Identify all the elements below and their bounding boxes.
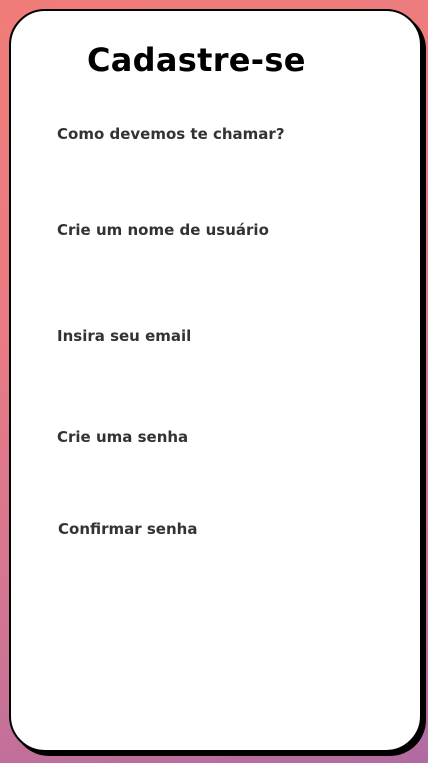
name-field[interactable] [57, 151, 357, 181]
password-field[interactable] [57, 454, 357, 484]
confirm-password-field[interactable] [58, 546, 358, 576]
email-field[interactable] [57, 353, 357, 383]
email-field-label: Insira seu email [57, 327, 192, 345]
signup-card: Cadastre-se Como devemos te chamar? Crie… [9, 9, 422, 752]
name-field-label: Como devemos te chamar? [57, 125, 285, 143]
confirm-password-field-label: Confirmar senha [58, 520, 198, 538]
page-title: Cadastre-se [87, 41, 306, 79]
password-field-label: Crie uma senha [57, 428, 189, 446]
username-field[interactable] [57, 247, 357, 277]
username-field-label: Crie um nome de usuário [57, 221, 269, 239]
